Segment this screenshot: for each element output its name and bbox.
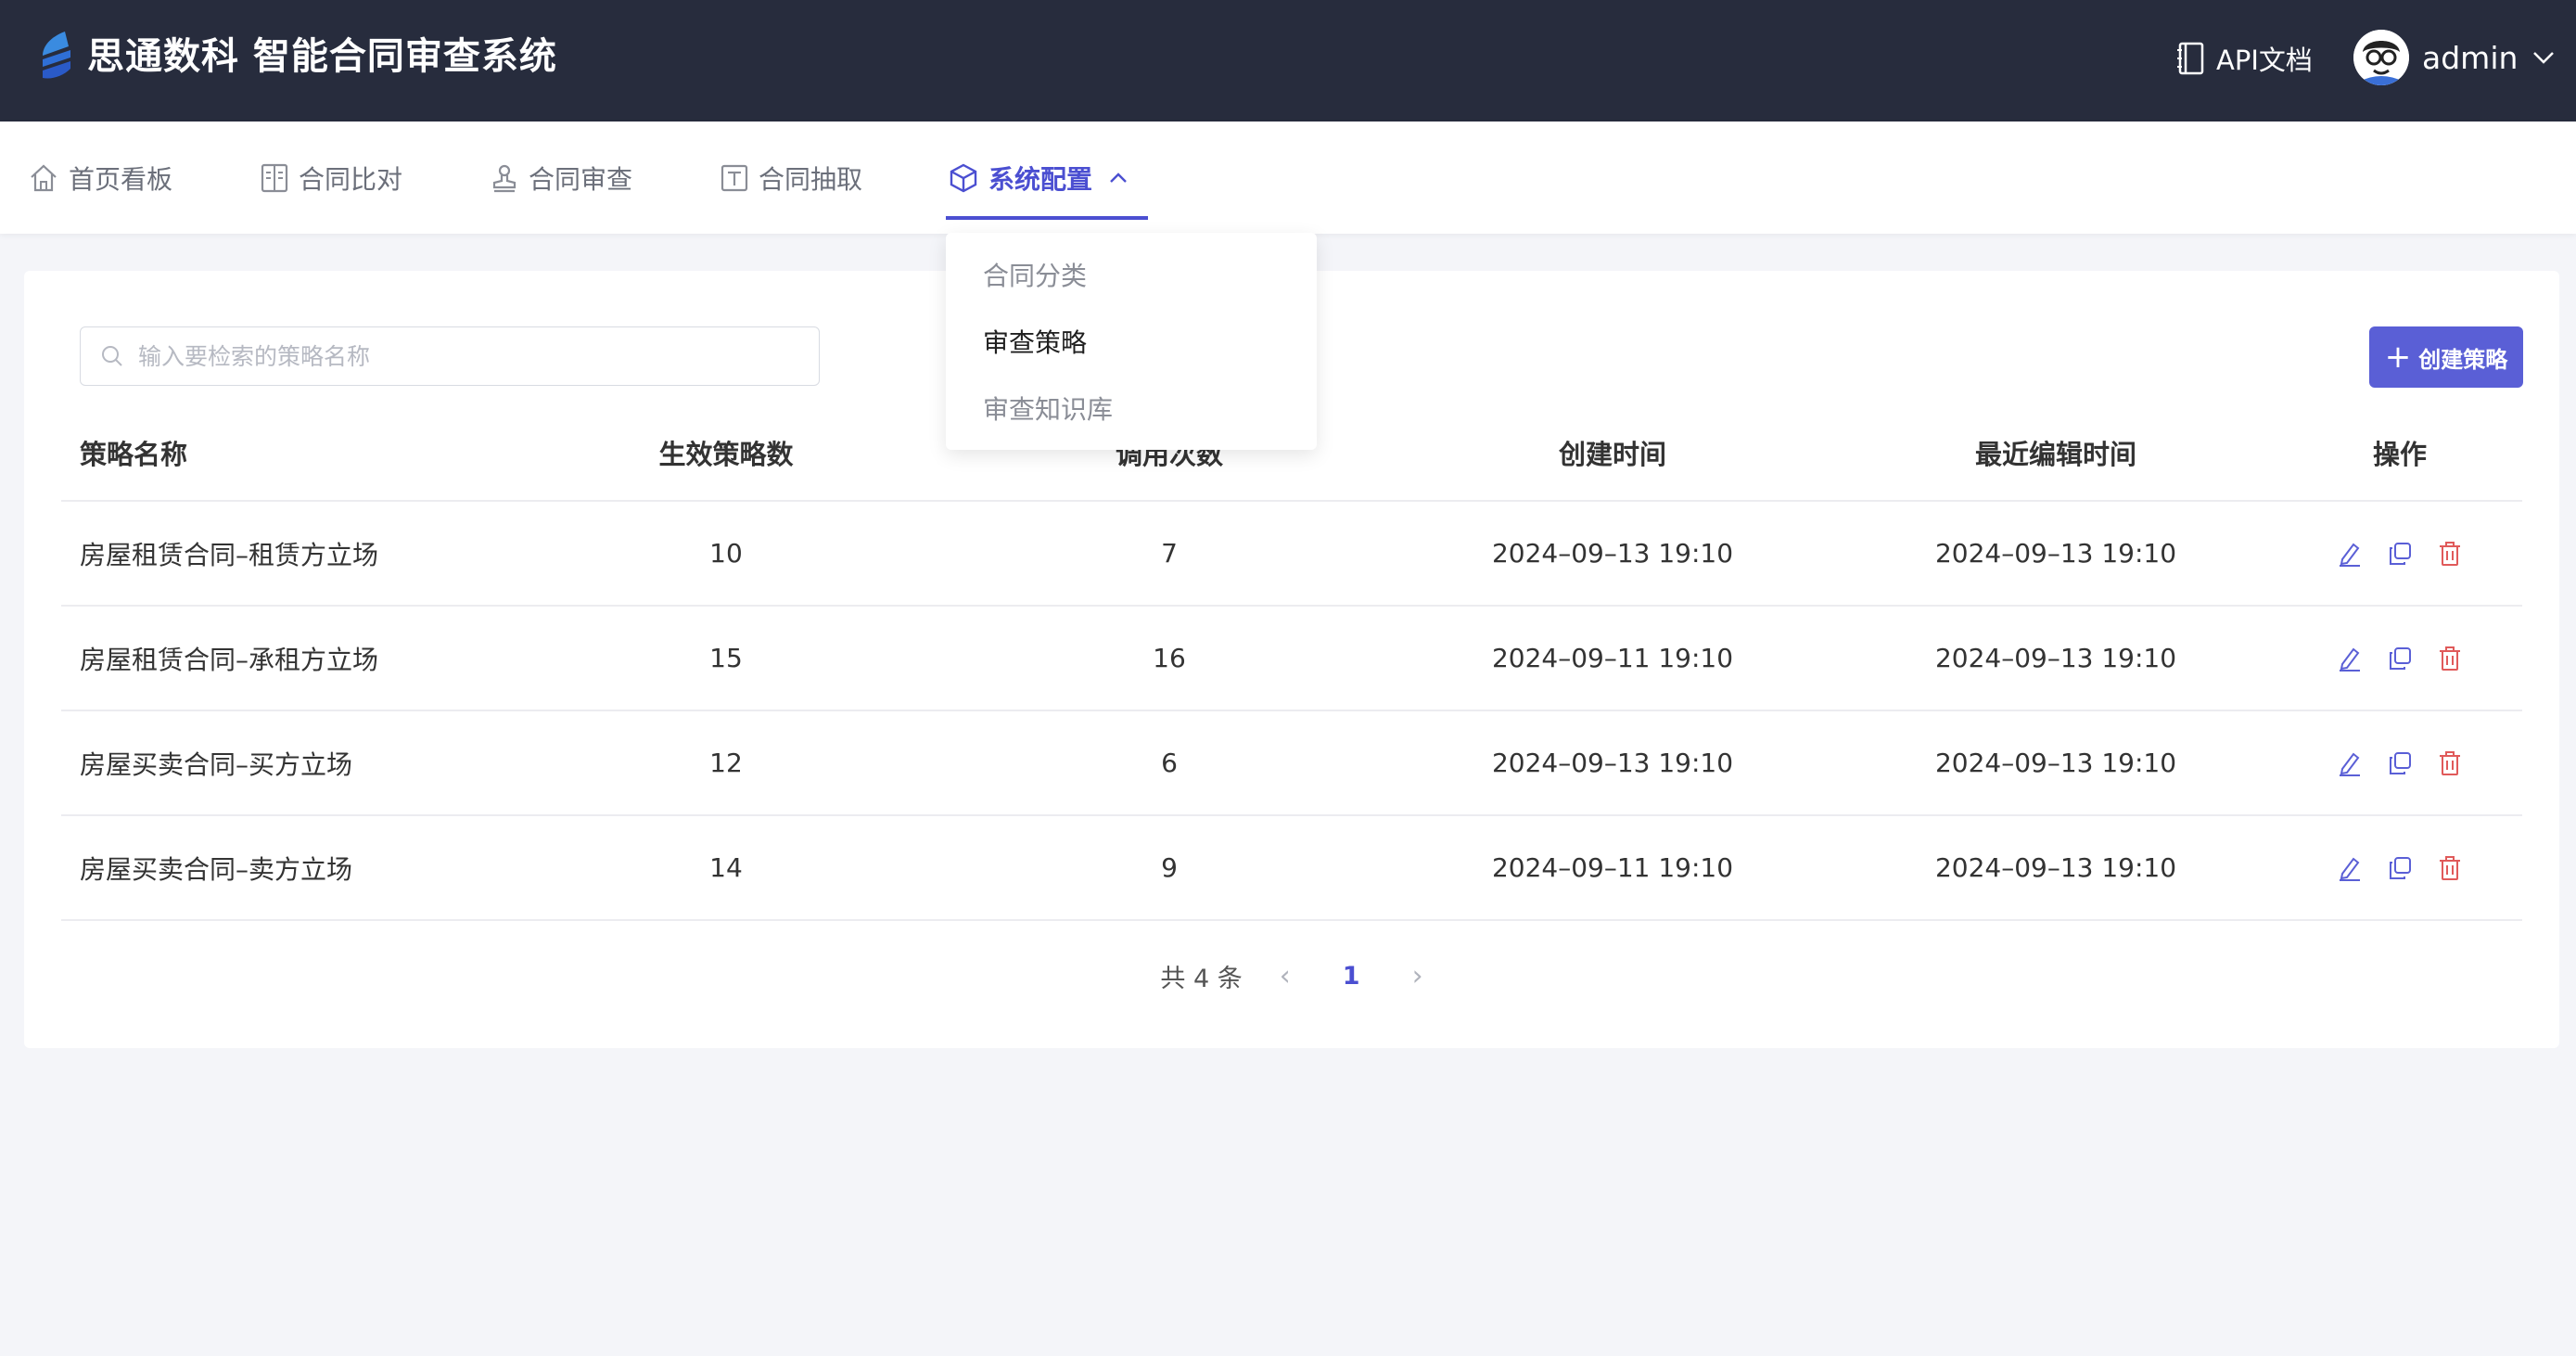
- search-input[interactable]: [136, 341, 789, 371]
- active-tab-indicator: [946, 216, 1148, 220]
- dropdown-item-knowledge-base[interactable]: 审查知识库: [946, 375, 1317, 441]
- row-actions: [2277, 710, 2522, 816]
- create-strategy-button[interactable]: + 创建策略: [2369, 326, 2523, 388]
- call-count: 9: [948, 815, 1391, 921]
- cube-icon: [950, 163, 977, 192]
- table-row: 房屋租赁合同–承租方立场 15 16 2024–09–11 19:10 2024–09–…: [61, 606, 2522, 711]
- create-strategy-label: 创建策略: [2418, 346, 2508, 373]
- nav-label: 合同抽取: [759, 163, 863, 195]
- app-title: 思通数科 智能合同审查系统: [87, 35, 557, 78]
- pagination: 共 4 条 ‹ 1 ›: [24, 957, 2559, 994]
- table-row: 房屋租赁合同–租赁方立场 10 7 2024–09–13 19:10 2024–09–1…: [61, 501, 2522, 607]
- strategy-name: 房屋买卖合同–买方立场: [61, 710, 504, 816]
- prev-page-icon[interactable]: ‹: [1280, 960, 1291, 992]
- active-count: 14: [504, 815, 948, 921]
- edited-time: 2024–09–13 19:10: [1834, 710, 2277, 816]
- delete-icon[interactable]: [2437, 855, 2463, 881]
- edited-time: 2024–09–13 19:10: [1834, 815, 2277, 921]
- nav-label: 系统配置: [988, 163, 1093, 195]
- copy-icon[interactable]: [2387, 646, 2413, 672]
- api-docs-link[interactable]: API文档: [2177, 35, 2313, 82]
- next-page-icon[interactable]: ›: [1412, 960, 1423, 992]
- row-actions: [2277, 501, 2522, 607]
- dropdown-item-review-strategy[interactable]: 审查策略: [946, 308, 1317, 375]
- copy-icon[interactable]: [2387, 750, 2413, 776]
- copy-icon[interactable]: [2387, 541, 2413, 567]
- edited-time: 2024–09–13 19:10: [1834, 606, 2277, 711]
- chevron-down-icon: [2533, 52, 2555, 64]
- plus-icon: +: [2384, 339, 2412, 376]
- strategy-name: 房屋租赁合同–承租方立场: [61, 606, 504, 711]
- row-actions: [2277, 606, 2522, 711]
- nav-label: 首页看板: [69, 163, 173, 195]
- logo-icon: [43, 32, 70, 79]
- delete-icon[interactable]: [2437, 541, 2463, 567]
- edit-icon[interactable]: [2337, 750, 2363, 776]
- avatar-face-icon: [2353, 30, 2409, 85]
- top-header: 思通数科 智能合同审查系统 API文档 admin: [0, 0, 2576, 122]
- document-icon: [2177, 42, 2204, 75]
- delete-icon[interactable]: [2437, 646, 2463, 672]
- search-icon: [102, 346, 122, 366]
- nav-item-compare[interactable]: 合同比对: [260, 122, 402, 234]
- column-header-created: 创建时间: [1391, 405, 1834, 502]
- nav-item-extract[interactable]: 合同抽取: [720, 122, 862, 234]
- edit-icon[interactable]: [2337, 541, 2363, 567]
- created-time: 2024–09–13 19:10: [1391, 710, 1834, 816]
- avatar: [2353, 30, 2409, 85]
- column-header-actions: 操作: [2277, 405, 2522, 502]
- strategy-table: 策略名称 生效策略数 调用次数 创建时间 最近编辑时间 操作 房屋租赁合同–租赁…: [61, 405, 2522, 921]
- nav-item-review[interactable]: 合同审查: [490, 122, 632, 234]
- created-time: 2024–09–11 19:10: [1391, 815, 1834, 921]
- home-icon: [31, 164, 57, 191]
- nav-item-dashboard[interactable]: 首页看板: [28, 122, 172, 234]
- user-menu[interactable]: admin: [2353, 28, 2555, 87]
- delete-icon[interactable]: [2437, 750, 2463, 776]
- edit-icon[interactable]: [2337, 855, 2363, 881]
- call-count: 16: [948, 606, 1391, 711]
- created-time: 2024–09–11 19:10: [1391, 606, 1834, 711]
- dropdown-item-contract-category[interactable]: 合同分类: [946, 241, 1317, 308]
- settings-dropdown: 合同分类 审查策略 审查知识库: [946, 233, 1317, 450]
- active-count: 12: [504, 710, 948, 816]
- created-time: 2024–09–13 19:10: [1391, 501, 1834, 607]
- active-count: 15: [504, 606, 948, 711]
- active-count: 10: [504, 501, 948, 607]
- table-row: 房屋买卖合同–卖方立场 14 9 2024–09–11 19:10 2024–09–13…: [61, 815, 2522, 921]
- page-number[interactable]: 1: [1343, 962, 1360, 991]
- pagination-total: 共 4 条: [1160, 964, 1243, 993]
- nav-label: 合同比对: [299, 163, 403, 195]
- stamp-icon: [492, 164, 516, 192]
- call-count: 6: [948, 710, 1391, 816]
- column-header-active-count: 生效策略数: [504, 405, 948, 502]
- strategy-name: 房屋买卖合同–卖方立场: [61, 815, 504, 921]
- username: admin: [2422, 39, 2519, 76]
- column-header-name: 策略名称: [61, 405, 504, 502]
- edit-icon[interactable]: [2337, 646, 2363, 672]
- edited-time: 2024–09–13 19:10: [1834, 501, 2277, 607]
- compare-icon: [261, 163, 288, 192]
- strategy-name: 房屋租赁合同–租赁方立场: [61, 501, 504, 607]
- call-count: 7: [948, 501, 1391, 607]
- text-box-icon: [721, 164, 748, 191]
- row-actions: [2277, 815, 2522, 921]
- main-nav: 首页看板 合同比对 合同审查 合同抽取 系统配置: [0, 122, 2576, 234]
- column-header-edited: 最近编辑时间: [1834, 405, 2277, 502]
- api-docs-label: API文档: [2216, 45, 2313, 76]
- nav-label: 合同审查: [529, 163, 633, 195]
- search-field[interactable]: [80, 326, 820, 386]
- chevron-up-icon: [1110, 172, 1127, 183]
- table-row: 房屋买卖合同–买方立场 12 6 2024–09–13 19:10 2024–09–13…: [61, 710, 2522, 816]
- copy-icon[interactable]: [2387, 855, 2413, 881]
